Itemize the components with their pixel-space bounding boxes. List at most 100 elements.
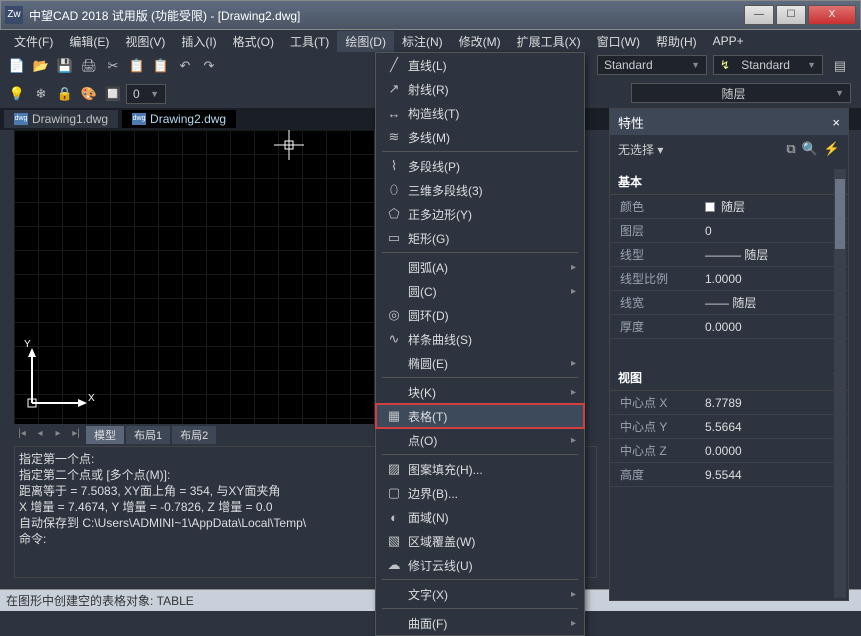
menuitem-28[interactable]: 曲面(F)▸ bbox=[376, 611, 584, 635]
menu-5[interactable]: 工具(T) bbox=[282, 31, 337, 52]
toolbtn-3[interactable]: 🖨 bbox=[78, 55, 100, 77]
menuitem-20[interactable]: ▨图案填充(H)... bbox=[376, 457, 584, 481]
prop-row[interactable]: 线型比例1.0000 bbox=[610, 267, 848, 291]
menuitem-18[interactable]: 点(O)▸ bbox=[376, 428, 584, 452]
menuitem-21[interactable]: ▢边界(B)... bbox=[376, 481, 584, 505]
tool-icon[interactable]: ▤ bbox=[829, 55, 851, 77]
prop-value[interactable]: ——— 随层 bbox=[705, 246, 848, 263]
toolbtn-7[interactable]: ↶ bbox=[174, 55, 196, 77]
menuitem-23[interactable]: ▧区域覆盖(W) bbox=[376, 529, 584, 553]
layerbtn-4[interactable]: 🔲 bbox=[102, 83, 124, 105]
menu-10[interactable]: 窗口(W) bbox=[589, 31, 648, 52]
menuitem-16[interactable]: 块(K)▸ bbox=[376, 380, 584, 404]
prop-key: 线宽 bbox=[610, 294, 705, 311]
prop-row[interactable]: 图层0 bbox=[610, 219, 848, 243]
menu-11[interactable]: 帮助(H) bbox=[648, 31, 705, 52]
menuitem-17[interactable]: ▦表格(T) bbox=[376, 404, 584, 428]
quick-select-icon[interactable]: ⧉ bbox=[786, 141, 795, 157]
menuitem-2[interactable]: ↔构造线(T) bbox=[376, 101, 584, 125]
menu-8[interactable]: 修改(M) bbox=[451, 31, 509, 52]
flash-icon[interactable]: ⚡ bbox=[824, 141, 840, 157]
layer-combo[interactable]: 0▼ bbox=[126, 84, 166, 104]
prop-row[interactable]: 中心点 Z0.0000 bbox=[610, 439, 848, 463]
menu-3[interactable]: 插入(I) bbox=[173, 31, 224, 52]
menuitem-6[interactable]: ⬯三维多段线(3) bbox=[376, 178, 584, 202]
menu-7[interactable]: 标注(N) bbox=[394, 31, 451, 52]
menuitem-5[interactable]: ⌇多段线(P) bbox=[376, 154, 584, 178]
toolbtn-5[interactable]: 📋 bbox=[126, 55, 148, 77]
menu-4[interactable]: 格式(O) bbox=[225, 31, 282, 52]
prop-row[interactable]: 中心点 Y5.5664 bbox=[610, 415, 848, 439]
layerbtn-1[interactable]: ❄ bbox=[30, 83, 52, 105]
layout-tab-0[interactable]: 模型 bbox=[86, 426, 124, 444]
prop-value[interactable]: 0.0000 bbox=[705, 320, 848, 334]
doctab-0[interactable]: dwgDrawing1.dwg bbox=[4, 110, 118, 128]
prop-value[interactable]: 0.0000 bbox=[705, 444, 848, 458]
layout-tab-1[interactable]: 布局1 bbox=[126, 426, 170, 444]
layout-tab-2[interactable]: 布局2 bbox=[172, 426, 216, 444]
prop-value[interactable]: —— 随层 bbox=[705, 294, 848, 311]
layerbtn-2[interactable]: 🔒 bbox=[54, 83, 76, 105]
doctab-1[interactable]: dwgDrawing2.dwg bbox=[122, 110, 236, 128]
menu-6[interactable]: 绘图(D) bbox=[337, 31, 394, 52]
menu-0[interactable]: 文件(F) bbox=[6, 31, 61, 52]
selection-combo[interactable]: 无选择 ▾ bbox=[618, 141, 786, 158]
menuitem-7[interactable]: ⬠正多边形(Y) bbox=[376, 202, 584, 226]
prop-value[interactable]: 0 bbox=[705, 224, 848, 238]
prop-group-1[interactable]: 视图▾ bbox=[610, 365, 848, 391]
prop-row[interactable]: 颜色随层 bbox=[610, 195, 848, 219]
menuitem-26[interactable]: 文字(X)▸ bbox=[376, 582, 584, 606]
prop-value[interactable]: 1.0000 bbox=[705, 272, 848, 286]
prop-value[interactable]: 5.5664 bbox=[705, 420, 848, 434]
menu-12[interactable]: APP+ bbox=[705, 32, 752, 50]
pick-icon[interactable]: 🔍 bbox=[802, 141, 818, 157]
tab-nav-last[interactable]: ▸| bbox=[68, 427, 84, 443]
prop-row[interactable]: 线宽—— 随层 bbox=[610, 291, 848, 315]
menu-2[interactable]: 视图(V) bbox=[117, 31, 173, 52]
properties-scrollbar[interactable] bbox=[834, 169, 846, 598]
minimize-button[interactable]: — bbox=[744, 5, 774, 25]
layerbtn-3[interactable]: 🎨 bbox=[78, 83, 100, 105]
layerbtn-0[interactable]: 💡 bbox=[6, 83, 28, 105]
toolbtn-4[interactable]: ✂ bbox=[102, 55, 124, 77]
prop-value[interactable]: 随层 bbox=[705, 198, 848, 215]
prop-row[interactable]: 高度9.5544 bbox=[610, 463, 848, 487]
tab-nav-first[interactable]: |◂ bbox=[14, 427, 30, 443]
close-button[interactable]: X bbox=[808, 5, 856, 25]
menuitem-22[interactable]: ◐面域(N) bbox=[376, 505, 584, 529]
combo-dimstyle[interactable]: Standard▼ bbox=[597, 55, 707, 75]
menuitem-24[interactable]: ☁修订云线(U) bbox=[376, 553, 584, 577]
toolbtn-8[interactable]: ↷ bbox=[198, 55, 220, 77]
toolbtn-0[interactable]: 📄 bbox=[6, 55, 28, 77]
prop-row[interactable]: 厚度0.0000 bbox=[610, 315, 848, 339]
prop-value[interactable]: 9.5544 bbox=[705, 468, 848, 482]
prop-value[interactable]: 8.7789 bbox=[705, 396, 848, 410]
combo-linetype[interactable]: 随层▼ bbox=[631, 83, 851, 103]
menuitem-3[interactable]: ≋多线(M) bbox=[376, 125, 584, 149]
menuitem-0[interactable]: ╱直线(L) bbox=[376, 53, 584, 77]
menuitem-10[interactable]: 圆弧(A)▸ bbox=[376, 255, 584, 279]
menuitem-11[interactable]: 圆(C)▸ bbox=[376, 279, 584, 303]
menu-1[interactable]: 编辑(E) bbox=[61, 31, 117, 52]
toolbtn-6[interactable]: 📋 bbox=[150, 55, 172, 77]
prop-row[interactable]: 中心点 X8.7789 bbox=[610, 391, 848, 415]
menu-9[interactable]: 扩展工具(X) bbox=[509, 31, 589, 52]
menuitem-1[interactable]: ↗射线(R) bbox=[376, 77, 584, 101]
prop-group-0[interactable]: 基本▾ bbox=[610, 169, 848, 195]
properties-close-icon[interactable]: × bbox=[832, 115, 840, 130]
scrollbar-thumb[interactable] bbox=[835, 179, 845, 249]
toolbtn-2[interactable]: 💾 bbox=[54, 55, 76, 77]
tab-nav-next[interactable]: ▸ bbox=[50, 427, 66, 443]
menuitem-label: 文字(X) bbox=[408, 586, 571, 603]
tab-nav-prev[interactable]: ◂ bbox=[32, 427, 48, 443]
toolbtn-1[interactable]: 📂 bbox=[30, 55, 52, 77]
menuitem-13[interactable]: ∿样条曲线(S) bbox=[376, 327, 584, 351]
menuitem-8[interactable]: ▭矩形(G) bbox=[376, 226, 584, 250]
prop-key: 线型比例 bbox=[610, 270, 705, 287]
maximize-button[interactable]: ☐ bbox=[776, 5, 806, 25]
drawing-canvas[interactable]: Y X bbox=[14, 130, 374, 424]
combo-textstyle[interactable]: ↯Standard▼ bbox=[713, 55, 823, 75]
menuitem-12[interactable]: ◎圆环(D) bbox=[376, 303, 584, 327]
prop-row[interactable]: 线型——— 随层 bbox=[610, 243, 848, 267]
menuitem-14[interactable]: 椭圆(E)▸ bbox=[376, 351, 584, 375]
